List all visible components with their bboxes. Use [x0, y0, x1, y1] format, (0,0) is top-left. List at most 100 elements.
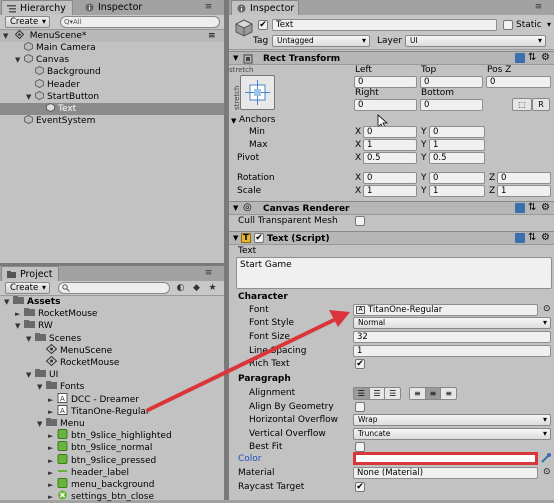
- rotation-z-input[interactable]: 0: [497, 172, 551, 184]
- blueprint-mode-button[interactable]: ⬚: [512, 98, 532, 111]
- create-dropdown[interactable]: Create: [5, 282, 50, 294]
- scene-row[interactable]: ▼ MenuScene* ≡: [0, 30, 224, 42]
- expand-arrow-icon[interactable]: ►: [48, 467, 57, 479]
- project-item[interactable]: ► btn_9slice_pressed: [0, 453, 224, 467]
- anchor-max-y-input[interactable]: 1: [429, 139, 485, 151]
- expand-arrow-icon[interactable]: ►: [48, 430, 57, 442]
- hierarchy-item[interactable]: Header: [0, 78, 224, 91]
- material-object-field[interactable]: None (Material): [353, 467, 538, 479]
- anchor-max-x-input[interactable]: 1: [363, 139, 417, 151]
- rect-transform-header[interactable]: ▼ Rect Transform ⇅ ⚙: [229, 51, 554, 65]
- bottom-input[interactable]: 0: [420, 99, 483, 111]
- panel-menu-icon[interactable]: ≡: [204, 269, 213, 278]
- text-content-textarea[interactable]: Start Game: [236, 257, 552, 289]
- preset-sliders-icon[interactable]: ⇅: [528, 202, 536, 213]
- text-enabled-checkbox[interactable]: ✔: [254, 233, 264, 243]
- layer-dropdown[interactable]: UI: [405, 35, 546, 47]
- font-style-dropdown[interactable]: Normal: [353, 317, 551, 329]
- tab-inspector[interactable]: Inspector: [231, 0, 299, 15]
- rotation-y-input[interactable]: 0: [429, 172, 485, 184]
- project-item[interactable]: ▼ Assets: [0, 295, 224, 307]
- rotation-x-input[interactable]: 0: [363, 172, 417, 184]
- hierarchy-item[interactable]: ▼ Canvas: [0, 54, 224, 66]
- hierarchy-item[interactable]: Background: [0, 66, 224, 78]
- project-item[interactable]: ► A DCC - Dreamer: [0, 392, 224, 406]
- color-swatch-field[interactable]: [353, 452, 538, 465]
- hierarchy-search-input[interactable]: Q▾All: [60, 16, 220, 28]
- expand-arrow-icon[interactable]: ►: [48, 455, 57, 467]
- scale-z-input[interactable]: 1: [497, 185, 551, 197]
- preset-sliders-icon[interactable]: ⇅: [528, 52, 536, 63]
- pivot-y-input[interactable]: 0.5: [429, 152, 485, 164]
- expand-arrow-icon[interactable]: ►: [48, 442, 57, 454]
- raw-edit-button[interactable]: R: [532, 98, 550, 111]
- filter-by-type-icon[interactable]: ◐: [176, 284, 185, 293]
- scale-y-input[interactable]: 1: [429, 185, 485, 197]
- project-item[interactable]: ► btn_9slice_normal: [0, 441, 224, 453]
- object-picker-icon[interactable]: ⊙: [543, 304, 551, 314]
- gear-icon[interactable]: ⚙: [541, 232, 550, 243]
- best-fit-checkbox[interactable]: [355, 442, 365, 452]
- object-name-input[interactable]: Text: [272, 19, 497, 31]
- hierarchy-item[interactable]: EventSystem: [0, 115, 224, 127]
- right-input[interactable]: 0: [354, 99, 417, 111]
- active-checkbox[interactable]: ✔: [258, 20, 268, 30]
- panel-menu-icon[interactable]: ≡: [534, 3, 543, 12]
- eyedropper-icon[interactable]: [540, 452, 552, 464]
- collapse-arrow-icon[interactable]: ▼: [231, 117, 236, 125]
- favorite-star-icon[interactable]: ★: [208, 284, 217, 293]
- vertical-overflow-dropdown[interactable]: Truncate: [353, 428, 551, 440]
- expand-arrow-icon[interactable]: ▼: [37, 381, 46, 393]
- expand-arrow-icon[interactable]: ▼: [4, 296, 13, 308]
- align-by-geometry-checkbox[interactable]: [355, 402, 365, 412]
- anchor-min-y-input[interactable]: 0: [429, 126, 485, 138]
- tab-hierarchy[interactable]: Hierarchy: [1, 0, 73, 15]
- filter-by-label-icon[interactable]: ◆: [192, 284, 201, 293]
- hierarchy-item[interactable]: Text: [0, 103, 224, 115]
- project-item[interactable]: ► RocketMouse: [0, 307, 224, 319]
- tab-project[interactable]: Project: [1, 266, 59, 281]
- expand-arrow-icon[interactable]: ►: [15, 308, 24, 320]
- hierarchy-item[interactable]: Main Camera: [0, 42, 224, 54]
- expand-arrow-icon[interactable]: ▼: [26, 369, 35, 381]
- align-middle-icon[interactable]: ≡: [424, 388, 441, 399]
- object-picker-icon[interactable]: ⊙: [543, 467, 551, 477]
- line-spacing-input[interactable]: 1: [353, 345, 551, 357]
- help-book-icon[interactable]: [515, 203, 525, 213]
- expand-arrow-icon[interactable]: ►: [48, 394, 57, 406]
- static-dropdown-arrow-icon[interactable]: ▾: [547, 20, 551, 29]
- project-item[interactable]: RocketMouse: [0, 355, 224, 368]
- preset-sliders-icon[interactable]: ⇅: [528, 232, 536, 243]
- help-book-icon[interactable]: [515, 53, 525, 63]
- hierarchy-item[interactable]: ▼ StartButton: [0, 90, 224, 103]
- expand-arrow-icon[interactable]: ▼: [37, 418, 46, 430]
- align-left-icon[interactable]: ☰: [354, 388, 369, 399]
- project-search-input[interactable]: [58, 282, 170, 294]
- project-item[interactable]: ▼ RW: [0, 319, 224, 331]
- cull-transparent-mesh-checkbox[interactable]: [355, 216, 365, 226]
- expand-arrow-icon[interactable]: ►: [48, 479, 57, 491]
- expand-arrow-icon[interactable]: ►: [48, 491, 57, 503]
- anchor-min-x-input[interactable]: 0: [363, 126, 417, 138]
- gear-icon[interactable]: ⚙: [541, 52, 550, 63]
- anchor-presets-button[interactable]: [240, 75, 275, 110]
- raycast-target-checkbox[interactable]: ✔: [355, 482, 365, 492]
- project-item[interactable]: ▼ Menu: [0, 417, 224, 429]
- project-item[interactable]: ► A TitanOne-Regular: [0, 404, 224, 418]
- project-item[interactable]: ▼ Fonts: [0, 380, 224, 392]
- align-bottom-icon[interactable]: ≡: [440, 388, 456, 399]
- pivot-x-input[interactable]: 0.5: [363, 152, 417, 164]
- tag-dropdown[interactable]: Untagged: [272, 35, 370, 47]
- expand-arrow-icon[interactable]: ▼: [15, 54, 24, 66]
- align-top-icon[interactable]: ≡: [410, 388, 425, 399]
- horizontal-overflow-dropdown[interactable]: Wrap: [353, 414, 551, 426]
- rich-text-checkbox[interactable]: ✔: [355, 359, 365, 369]
- expand-arrow-icon[interactable]: ▼: [26, 91, 35, 103]
- project-item[interactable]: ► settings_btn_close: [0, 490, 224, 502]
- expand-arrow-icon[interactable]: ►: [48, 406, 57, 418]
- create-dropdown[interactable]: Create: [5, 16, 50, 28]
- project-item[interactable]: ► btn_9slice_highlighted: [0, 429, 224, 441]
- font-size-input[interactable]: 32: [353, 331, 551, 343]
- project-item[interactable]: ► header_label: [0, 466, 224, 478]
- posz-input[interactable]: 0: [486, 76, 551, 88]
